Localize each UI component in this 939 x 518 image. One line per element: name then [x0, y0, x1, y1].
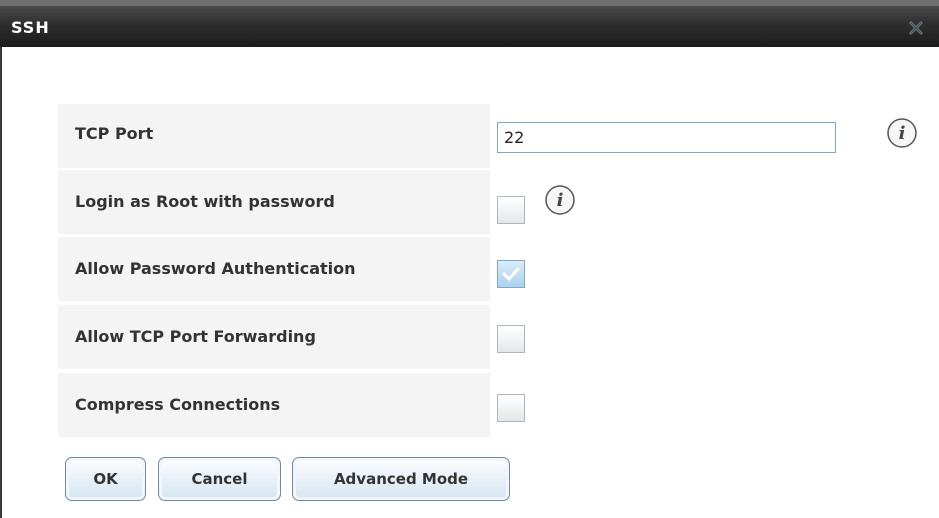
tcp-forwarding-label: Allow TCP Port Forwarding: [75, 327, 316, 346]
dialog-titlebar: SSH: [0, 0, 939, 47]
ok-button[interactable]: OK: [65, 457, 146, 501]
checkmark-icon: [502, 267, 520, 281]
tcp-forwarding-checkbox[interactable]: [497, 325, 525, 353]
password-auth-label-cell: Allow Password Authentication: [58, 237, 490, 301]
tcp-port-label: TCP Port: [75, 124, 154, 143]
svg-text:i: i: [899, 123, 906, 144]
info-icon[interactable]: i: [544, 184, 576, 216]
tcp-port-label-cell: TCP Port: [58, 104, 490, 168]
cancel-button[interactable]: Cancel: [158, 457, 281, 501]
info-icon[interactable]: i: [886, 117, 918, 149]
dialog-title: SSH: [11, 18, 50, 37]
compress-checkbox[interactable]: [497, 394, 525, 422]
password-auth-checkbox[interactable]: [497, 260, 525, 288]
compress-label-cell: Compress Connections: [58, 373, 490, 437]
password-auth-label: Allow Password Authentication: [75, 259, 356, 278]
svg-text:i: i: [557, 190, 564, 211]
login-root-label: Login as Root with password: [75, 192, 335, 211]
tcp-forwarding-label-cell: Allow TCP Port Forwarding: [58, 305, 490, 369]
close-icon[interactable]: [907, 19, 925, 37]
login-root-checkbox[interactable]: [497, 196, 525, 224]
compress-label: Compress Connections: [75, 395, 281, 414]
advanced-mode-button[interactable]: Advanced Mode: [292, 457, 510, 501]
login-root-label-cell: Login as Root with password: [58, 170, 490, 234]
tcp-port-input[interactable]: [497, 122, 836, 153]
dialog-frame: [0, 47, 2, 518]
